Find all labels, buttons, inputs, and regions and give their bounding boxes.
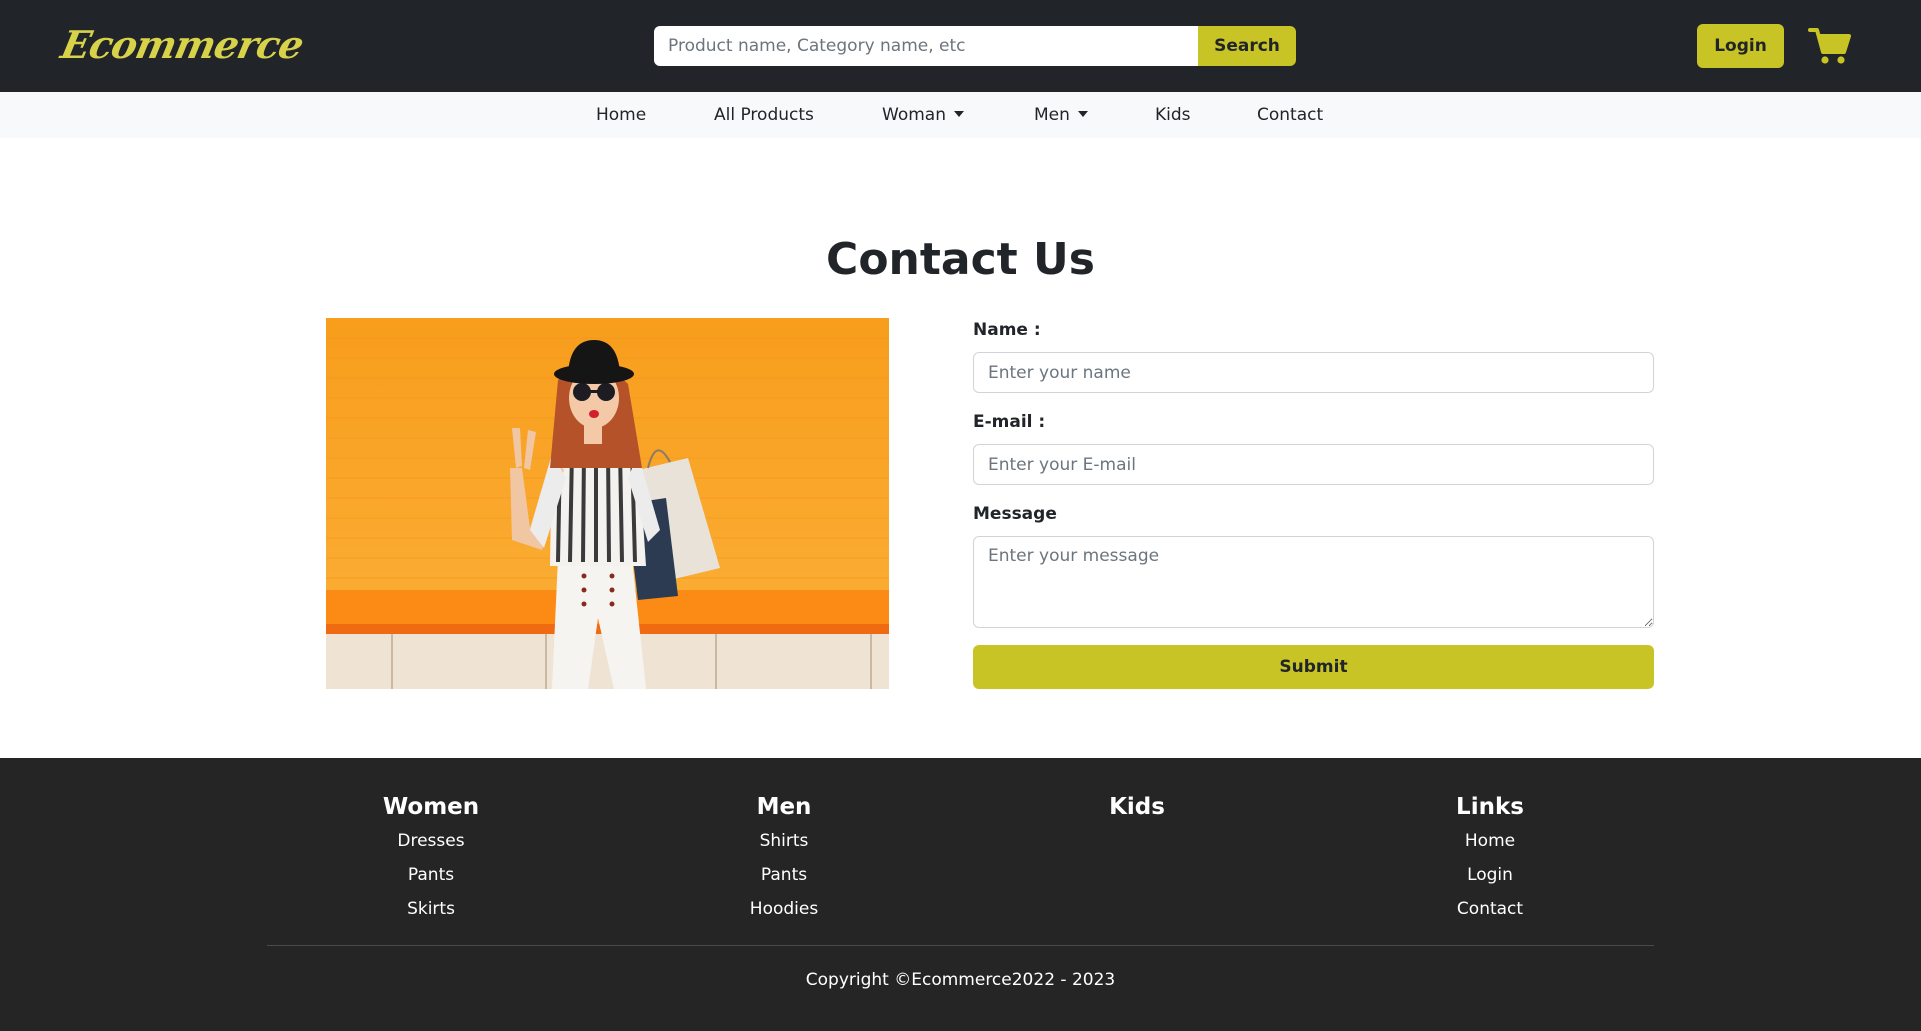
search-button[interactable]: Search — [1198, 26, 1296, 66]
nav-item-label: Kids — [1155, 105, 1191, 125]
nav-item-label: Men — [1034, 105, 1070, 125]
nav-item-label: Woman — [882, 105, 946, 125]
nav-item-men[interactable]: Men — [1034, 92, 1088, 138]
footer-link[interactable]: Hoodies — [634, 892, 934, 926]
brand-logo[interactable]: Ecommerce — [57, 22, 307, 67]
footer-link[interactable]: Home — [1340, 824, 1640, 858]
search-input[interactable] — [654, 26, 1198, 66]
nav-item-woman[interactable]: Woman — [882, 92, 964, 138]
shopping-cart-icon[interactable] — [1808, 26, 1852, 66]
footer-heading: Men — [756, 794, 812, 820]
footer-link[interactable]: Skirts — [281, 892, 581, 926]
footer-column-women: Women Dresses Pants Skirts — [281, 790, 581, 926]
contact-hero-image — [326, 318, 889, 689]
login-button[interactable]: Login — [1697, 24, 1784, 68]
footer-link[interactable]: Pants — [634, 858, 934, 892]
footer-heading: Women — [382, 794, 480, 820]
search-bar: Search — [654, 26, 1296, 66]
name-label: Name : — [973, 320, 1041, 340]
footer-divider — [267, 945, 1654, 946]
nav-item-contact[interactable]: Contact — [1257, 92, 1323, 138]
nav-item-all-products[interactable]: All Products — [714, 92, 814, 138]
footer-column-kids: Kids — [987, 790, 1287, 824]
footer-link[interactable]: Login — [1340, 858, 1640, 892]
footer: Women Dresses Pants Skirts Men Shirts Pa… — [0, 758, 1921, 1031]
email-field[interactable] — [973, 444, 1654, 485]
caret-down-icon — [1077, 111, 1088, 117]
footer-heading: Links — [1456, 794, 1524, 820]
email-label: E-mail : — [973, 412, 1046, 432]
footer-link[interactable]: Pants — [281, 858, 581, 892]
footer-heading: Kids — [1109, 794, 1165, 820]
top-header: Ecommerce Search Login — [0, 0, 1921, 92]
caret-down-icon — [953, 111, 964, 117]
footer-link[interactable]: Shirts — [634, 824, 934, 858]
nav-item-label: Home — [596, 105, 647, 125]
message-label: Message — [973, 504, 1057, 524]
nav-item-label: All Products — [714, 105, 814, 125]
name-field[interactable] — [973, 352, 1654, 393]
footer-column-men: Men Shirts Pants Hoodies — [634, 790, 934, 926]
nav-item-kids[interactable]: Kids — [1155, 92, 1191, 138]
submit-button[interactable]: Submit — [973, 645, 1654, 689]
footer-link[interactable]: Contact — [1340, 892, 1640, 926]
message-field[interactable] — [973, 536, 1654, 628]
footer-link[interactable]: Dresses — [281, 824, 581, 858]
nav-item-label: Contact — [1257, 105, 1324, 125]
main-nav: Home All Products Woman Men Kids Contact — [0, 92, 1921, 138]
page-title: Contact Us — [826, 234, 1095, 285]
copyright-text: Copyright ©Ecommerce2022 - 2023 — [805, 970, 1116, 990]
nav-item-home[interactable]: Home — [596, 92, 646, 138]
footer-column-links: Links Home Login Contact — [1340, 790, 1640, 926]
